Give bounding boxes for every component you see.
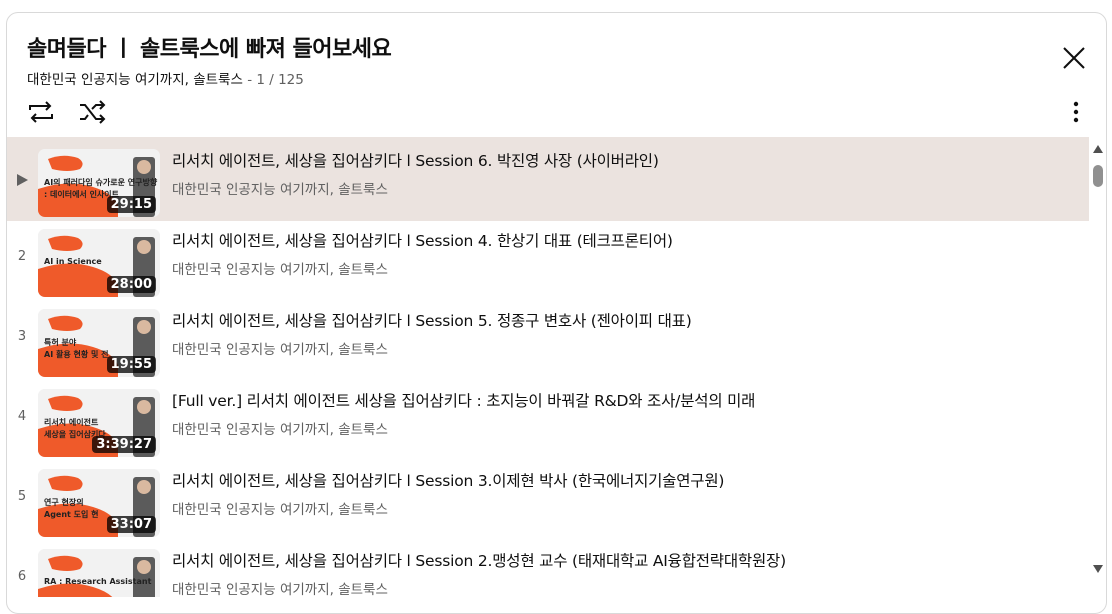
thumbnail-caption: 리서치 에이전트	[44, 418, 99, 427]
playlist-position: - 1 / 125	[247, 72, 304, 88]
video-title[interactable]: 리서치 에이전트, 세상을 집어삼키다 l Session 3.이제현 박사 (…	[172, 469, 724, 491]
video-thumbnail[interactable]: 특허 분야 AI 활용 현황 및 전 19:55	[38, 309, 160, 377]
playlist-item[interactable]: 5 연구 현장의 Agent 도입 현 33:07 리서치 에이전트, 세상을 집어삼키…	[7, 457, 1089, 541]
playlist-item[interactable]: AI의 패러다임 슈가로운 연구방향: 데이터에서 인사이트 29:15 리서치 에…	[7, 137, 1089, 221]
video-title[interactable]: [Full ver.] 리서치 에이전트 세상을 집어삼키다 : 초지능이 바꿔…	[172, 389, 755, 411]
video-channel[interactable]: 대한민국 인공지능 여기까지, 솔트룩스	[172, 258, 388, 278]
thumbnail-caption: AI의 패러다임 슈가로운 연구방향	[44, 178, 158, 187]
playlist-item-index: 2	[17, 249, 27, 264]
loop-icon	[29, 101, 53, 123]
playlist-item-index: 6	[17, 569, 27, 584]
video-duration: 33:07	[106, 516, 156, 533]
video-thumbnail[interactable]: 리서치 에이전트 세상을 집어삼키다 3:39:27	[38, 389, 160, 457]
playlist-item[interactable]: 2 AI in Science 28:00 리서치 에이전트, 세상을 집어삼키다 l…	[7, 217, 1089, 301]
video-duration: 29:15	[106, 196, 156, 213]
thumbnail-caption-2: AI 활용 현황 및 전	[44, 350, 109, 359]
video-channel[interactable]: 대한민국 인공지능 여기까지, 솔트룩스	[172, 338, 388, 358]
video-channel[interactable]: 대한민국 인공지능 여기까지, 솔트룩스	[172, 418, 388, 438]
playlist-item[interactable]: 6 RA : Research Assistant 리서치 에이전트, 세상을 집어…	[7, 537, 1089, 597]
playlist-channel-link[interactable]: 대한민국 인공지능 여기까지, 솔트룩스	[27, 72, 243, 88]
thumbnail-image	[38, 549, 160, 597]
video-duration: 19:55	[106, 356, 156, 373]
video-title[interactable]: 리서치 에이전트, 세상을 집어삼키다 l Session 6. 박진영 사장 …	[172, 149, 659, 171]
playlist-panel: 솔며들다 ㅣ 솔트룩스에 빠져 들어보세요 대한민국 인공지능 여기까지, 솔트…	[6, 12, 1107, 614]
video-duration: 28:00	[106, 276, 156, 293]
thumbnail-caption: 연구 현장의	[44, 498, 84, 507]
scrollbar-thumb[interactable]	[1093, 165, 1103, 187]
video-title[interactable]: 리서치 에이전트, 세상을 집어삼키다 l Session 5. 정종구 변호사…	[172, 309, 692, 331]
video-title[interactable]: 리서치 에이전트, 세상을 집어삼키다 l Session 2.맹성현 교수 (…	[172, 549, 786, 571]
video-thumbnail[interactable]: AI의 패러다임 슈가로운 연구방향: 데이터에서 인사이트 29:15	[38, 149, 160, 217]
now-playing-icon	[17, 174, 28, 186]
scroll-down-icon[interactable]	[1093, 565, 1103, 573]
video-thumbnail[interactable]: RA : Research Assistant	[38, 549, 160, 597]
playlist-item-index: 3	[17, 329, 27, 344]
close-button[interactable]	[1059, 43, 1089, 73]
thumbnail-caption: AI in Science	[44, 257, 102, 266]
video-thumbnail[interactable]: AI in Science 28:00	[38, 229, 160, 297]
close-icon	[1063, 47, 1085, 69]
playlist-title[interactable]: 솔며들다 ㅣ 솔트룩스에 빠져 들어보세요	[27, 31, 392, 63]
more-vertical-icon	[1073, 101, 1079, 123]
video-channel[interactable]: 대한민국 인공지능 여기까지, 솔트룩스	[172, 578, 388, 597]
playlist-item[interactable]: 4 리서치 에이전트 세상을 집어삼키다 3:39:27 [Full ver.] 리서치…	[7, 377, 1089, 461]
playlist-item-index: 4	[17, 409, 27, 424]
video-title[interactable]: 리서치 에이전트, 세상을 집어삼키다 l Session 4. 한상기 대표 …	[172, 229, 673, 251]
loop-button[interactable]	[25, 98, 57, 126]
playlist-items: AI의 패러다임 슈가로운 연구방향: 데이터에서 인사이트 29:15 리서치 에…	[7, 137, 1089, 597]
playlist-item-index: 5	[17, 489, 27, 504]
shuffle-icon	[80, 100, 106, 124]
thumbnail-caption: RA : Research Assistant	[44, 577, 152, 586]
thumbnail-caption: 특허 분야	[44, 338, 77, 347]
scroll-up-icon[interactable]	[1093, 145, 1103, 153]
scrollbar[interactable]	[1090, 137, 1106, 597]
video-channel[interactable]: 대한민국 인공지능 여기까지, 솔트룩스	[172, 178, 388, 198]
playlist-subtitle: 대한민국 인공지능 여기까지, 솔트룩스 - 1 / 125	[27, 68, 304, 88]
playlist-item[interactable]: 3 특허 분야 AI 활용 현황 및 전 19:55 리서치 에이전트, 세상을 집어삼…	[7, 297, 1089, 381]
thumbnail-caption-2: Agent 도입 현	[44, 510, 99, 519]
video-duration: 3:39:27	[92, 436, 156, 453]
shuffle-button[interactable]	[77, 98, 109, 126]
video-thumbnail[interactable]: 연구 현장의 Agent 도입 현 33:07	[38, 469, 160, 537]
more-actions-button[interactable]	[1065, 99, 1087, 125]
video-channel[interactable]: 대한민국 인공지능 여기까지, 솔트룩스	[172, 498, 388, 518]
